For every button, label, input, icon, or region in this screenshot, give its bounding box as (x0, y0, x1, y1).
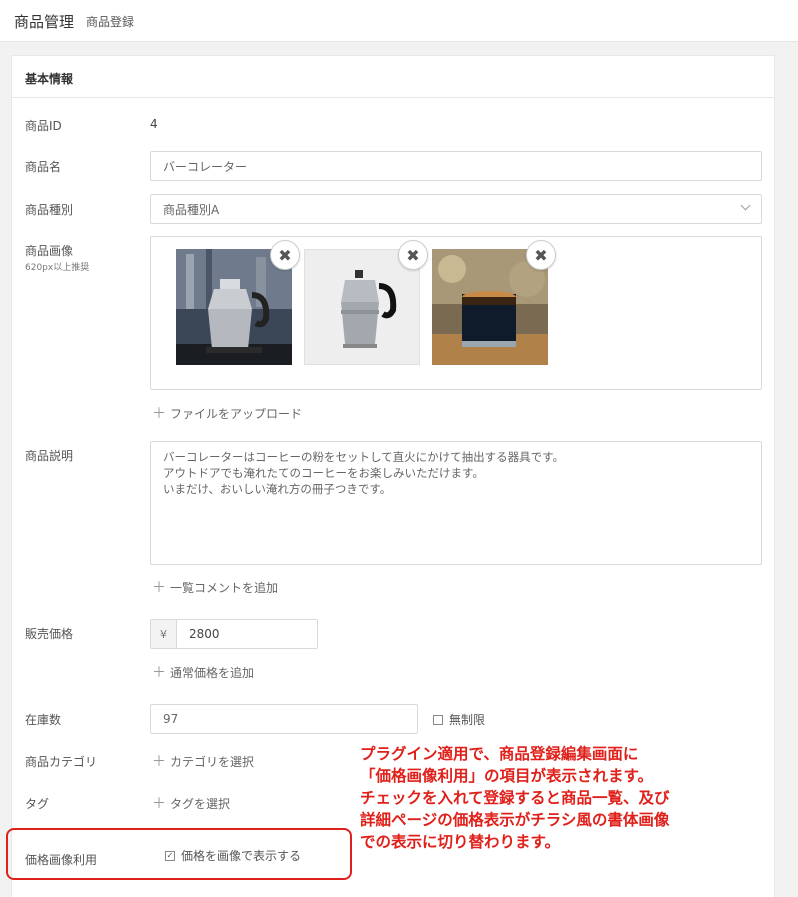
upload-file-label: ファイルをアップロード (170, 407, 303, 421)
description-label: 商品説明 (25, 449, 74, 463)
unlimited-label: 無制限 (449, 713, 486, 727)
plus-icon: ＋ (152, 580, 166, 596)
add-regular-price-label: 通常価格を追加 (170, 666, 255, 680)
currency-addon: ¥ (151, 620, 177, 648)
unlimited-checkbox[interactable]: 無制限 (433, 711, 485, 728)
annotation-line: 「価格画像利用」の項目が表示されます。 (360, 767, 653, 785)
description-line: バーコレーターはコーヒーの粉をセットして直火にかけて抽出する器具です。 (163, 450, 565, 464)
annotation-text: プラグイン適用で、商品登録編集画面に 「価格画像利用」の項目が表示されます。 チ… (360, 743, 780, 853)
breadcrumb: 商品登録 (86, 15, 135, 29)
add-list-comment-label: 一覧コメントを追加 (170, 581, 279, 595)
plus-icon: ＋ (152, 406, 166, 422)
product-type-select[interactable]: 商品種別A (150, 194, 762, 224)
price-input[interactable]: ¥ 2800 (150, 619, 318, 649)
card-header: 基本情報 (12, 56, 774, 98)
card-title: 基本情報 (25, 72, 74, 86)
annotation-line: チェックを入れて登録すると商品一覧、及び (360, 789, 670, 807)
product-name-input[interactable]: バーコレーター (150, 151, 762, 181)
tag-label: タグ (25, 797, 50, 811)
description-textarea[interactable]: バーコレーターはコーヒーの粉をセットして直火にかけて抽出する器具です。 アウトド… (150, 441, 762, 565)
product-images-hint: 620px以上推奨 (25, 263, 90, 273)
price-value: 2800 (189, 627, 220, 641)
product-type-label: 商品種別 (25, 203, 74, 217)
stock-value: 97 (163, 712, 179, 726)
checkbox-icon (433, 714, 443, 725)
product-images-label: 商品画像 (25, 244, 74, 258)
add-list-comment-link[interactable]: ＋ 一覧コメントを追加 (152, 577, 278, 597)
remove-image-button[interactable]: ✖ (398, 240, 428, 270)
highlight-box (6, 828, 352, 880)
product-name-label: 商品名 (25, 160, 62, 174)
product-name-value: バーコレーター (163, 159, 248, 174)
stock-label: 在庫数 (25, 713, 62, 727)
select-tag-link[interactable]: ＋ タグを選択 (152, 793, 230, 813)
top-bar: 商品管理 商品登録 (0, 0, 798, 42)
select-category-label: カテゴリを選択 (170, 755, 255, 769)
description-line: アウトドアでも淹れたてのコーヒーをお楽しみいただけます。 (163, 466, 484, 480)
upload-file-link[interactable]: ＋ ファイルをアップロード (152, 403, 302, 423)
product-type-value: 商品種別A (163, 202, 220, 217)
select-tag-label: タグを選択 (170, 797, 231, 811)
product-id-value: 4 (150, 117, 158, 131)
annotation-line: での表示に切り替わります。 (360, 833, 560, 851)
select-category-link[interactable]: ＋ カテゴリを選択 (152, 751, 254, 771)
page-title: 商品管理 (14, 13, 75, 31)
annotation-line: 詳細ページの価格表示がチラシ風の書体画像 (360, 811, 670, 829)
stock-input[interactable]: 97 (150, 704, 418, 734)
add-regular-price-link[interactable]: ＋ 通常価格を追加 (152, 662, 254, 682)
plus-icon: ＋ (152, 796, 166, 812)
remove-image-button[interactable]: ✖ (270, 240, 300, 270)
plus-icon: ＋ (152, 754, 166, 770)
price-label: 販売価格 (25, 627, 74, 641)
plus-icon: ＋ (152, 665, 166, 681)
remove-image-button[interactable]: ✖ (526, 240, 556, 270)
description-line: いまだけ、おいしい淹れ方の冊子つきです。 (163, 482, 392, 496)
annotation-line: プラグイン適用で、商品登録編集画面に (360, 745, 639, 763)
category-label: 商品カテゴリ (25, 755, 98, 769)
product-id-label: 商品ID (25, 119, 62, 133)
chevron-down-icon (740, 200, 751, 211)
